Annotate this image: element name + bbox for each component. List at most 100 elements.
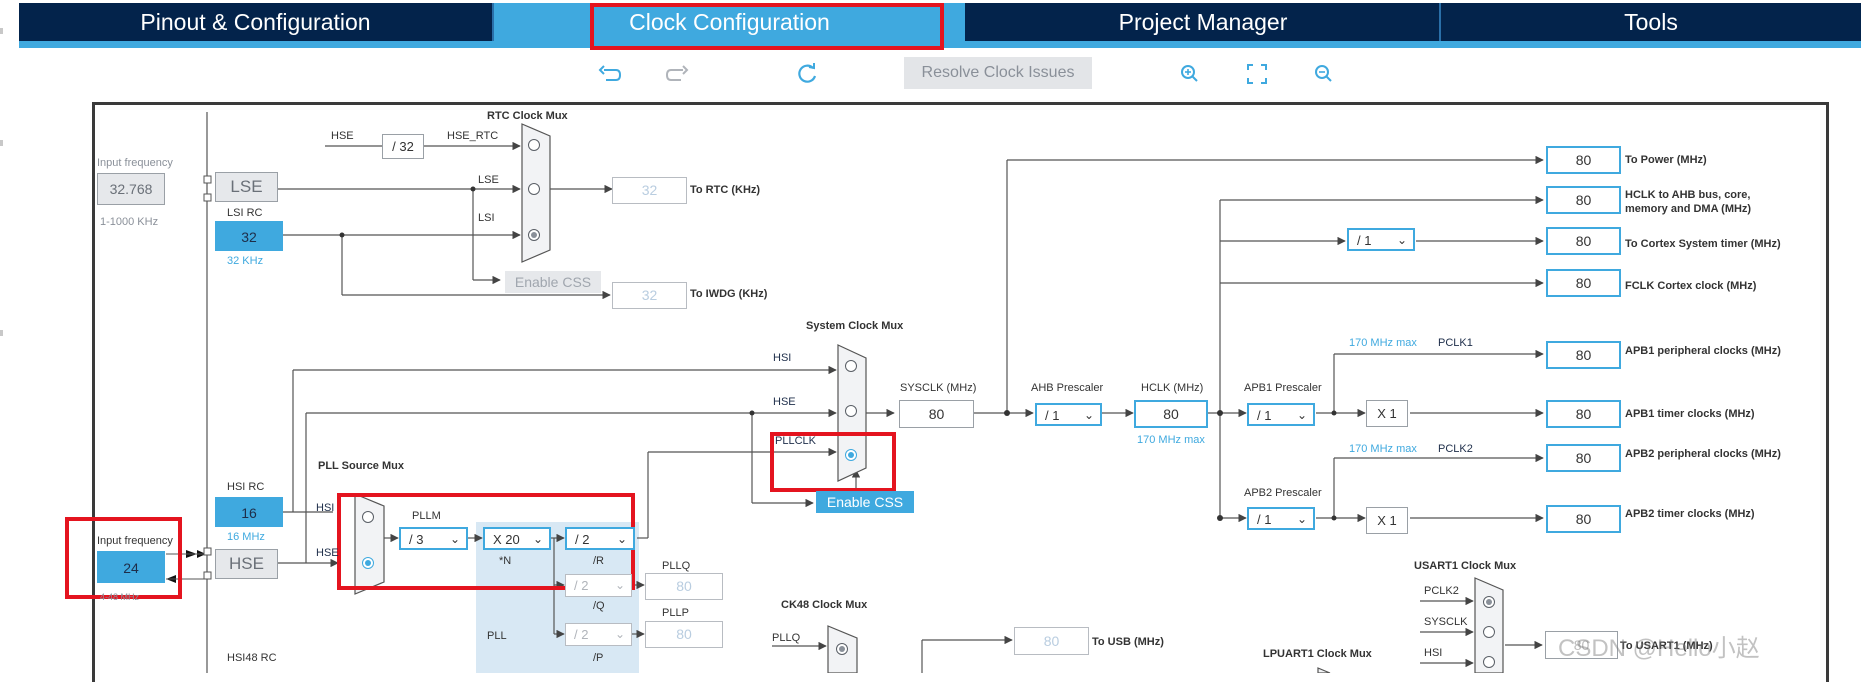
apb1-timer-multiplier: X 1 [1366, 400, 1408, 427]
output-apb2-peripheral-label: APB2 peripheral clocks (MHz) [1625, 448, 1781, 460]
chevron-down-icon: ⌄ [614, 627, 625, 641]
lpuart1-mux-shape [1317, 667, 1331, 673]
sys-mux-radio-hsi[interactable] [845, 360, 857, 372]
hsi-rc-label: HSI RC [227, 481, 265, 493]
pclk2-label: PCLK2 [1438, 443, 1473, 455]
sys-enable-css-button[interactable]: Enable CSS [816, 491, 914, 513]
pll-mux-radio-hsi[interactable] [362, 511, 374, 523]
hse-block: HSE [215, 549, 278, 579]
output-fclk-value[interactable]: 80 [1546, 269, 1621, 297]
sysclk-label: SYSCLK (MHz) [900, 382, 977, 394]
chevron-down-icon: ⌄ [614, 578, 625, 592]
output-apb1-timer-value[interactable]: 80 [1546, 400, 1621, 428]
clock-tree-wires [166, 112, 1544, 673]
to-usb-label: To USB (MHz) [1092, 636, 1164, 648]
to-rtc-label: To RTC (KHz) [690, 184, 761, 196]
output-apb1-peripheral-value[interactable]: 80 [1546, 341, 1621, 369]
output-power-label: To Power (MHz) [1625, 154, 1707, 166]
pllp-output[interactable]: 80 [645, 621, 723, 648]
plln-select[interactable]: X 20 ⌄ [483, 527, 551, 550]
usart1-mux-radio-sysclk[interactable] [1483, 626, 1495, 638]
rtc-mux-radio-lse[interactable] [528, 183, 540, 195]
chevron-down-icon: ⌄ [1296, 408, 1307, 422]
rtc-mux-radio-hse[interactable] [528, 139, 540, 151]
pll-mux-radio-hse[interactable] [362, 557, 374, 569]
rtc-enable-css-button[interactable]: Enable CSS [505, 271, 601, 293]
hclk-label: HCLK (MHz) [1141, 382, 1204, 394]
pllq-output[interactable]: 80 [645, 573, 723, 600]
hse-rtc-label: HSE_RTC [447, 130, 499, 142]
usart1-sysclk-label: SYSCLK [1424, 616, 1468, 628]
pllq-divider-label: /Q [593, 600, 605, 612]
rtc-mux-title: RTC Clock Mux [487, 110, 568, 122]
sys-mux-radio-pllclk[interactable] [845, 449, 857, 461]
output-cortex-timer-value[interactable]: 80 [1546, 227, 1621, 255]
usb-clock-output[interactable]: 80 [1014, 627, 1089, 655]
usart1-mux-radio-hsi[interactable] [1483, 656, 1495, 668]
lse-input-frequency-field[interactable]: 32.768 [97, 173, 165, 205]
ck48-mux-title: CK48 Clock Mux [781, 599, 868, 611]
hclk-value[interactable]: 80 [1134, 400, 1208, 428]
pllq-output-label: PLLQ [662, 560, 691, 572]
pllp-select[interactable]: / 2 ⌄ [565, 623, 632, 646]
pllp-output-label: PLLP [662, 607, 689, 619]
lsi-rc-label: LSI RC [227, 207, 263, 219]
output-fclk-label: FCLK Cortex clock (MHz) [1625, 280, 1757, 292]
plln-label: *N [499, 555, 512, 567]
output-apb2-timer-label: APB2 timer clocks (MHz) [1625, 508, 1755, 520]
hse-input-frequency-field[interactable]: 24 [97, 551, 165, 583]
output-apb1-timer-label: APB1 timer clocks (MHz) [1625, 408, 1755, 420]
cortex-timer-divider-select[interactable]: / 1 ⌄ [1347, 228, 1415, 251]
pllq-select[interactable]: / 2 ⌄ [565, 574, 632, 597]
usart1-hsi-label: HSI [1424, 647, 1443, 659]
lse-block: LSE [215, 172, 278, 202]
pclk2-max-label: 170 MHz max [1349, 443, 1417, 455]
sys-mux-pllclk-label: PLLCLK [775, 435, 816, 447]
ahb-prescaler-select[interactable]: / 1 ⌄ [1035, 403, 1102, 426]
to-iwdg-label: To IWDG (KHz) [690, 288, 768, 300]
apb1-prescaler-select[interactable]: / 1 ⌄ [1247, 403, 1315, 426]
sys-mux-radio-hse[interactable] [845, 405, 857, 417]
sysclk-value[interactable]: 80 [899, 400, 974, 428]
pllr-select[interactable]: / 2 ⌄ [565, 527, 635, 550]
pll-mux-hse-label: HSE [316, 547, 339, 559]
usart1-mux-title: USART1 Clock Mux [1414, 560, 1517, 572]
output-apb1-peripheral-label: APB1 peripheral clocks (MHz) [1625, 345, 1781, 357]
apb1-prescaler-label: APB1 Prescaler [1244, 382, 1322, 394]
chevron-down-icon: ⌄ [1396, 233, 1407, 247]
hsi-rc-value: 16 [215, 497, 283, 527]
output-hclk-ahb-value[interactable]: 80 [1546, 186, 1621, 214]
lpuart1-mux-title: LPUART1 Clock Mux [1263, 648, 1372, 660]
rtc-mux-radio-lsi[interactable] [528, 229, 540, 241]
hclk-max-label: 170 MHz max [1137, 434, 1205, 446]
chevron-down-icon: ⌄ [1296, 512, 1307, 526]
iwdg-clock-output[interactable]: 32 [612, 282, 687, 309]
lsi-unit-label: 32 KHz [227, 255, 264, 267]
output-cortex-timer-label: To Cortex System timer (MHz) [1625, 238, 1781, 250]
pll-source-mux-title: PLL Source Mux [318, 460, 404, 472]
pllm-select[interactable]: / 3 ⌄ [399, 527, 468, 550]
hse-rtc-divider[interactable]: / 32 [382, 134, 424, 159]
pllr-label: /R [593, 555, 604, 567]
pllm-label: PLLM [412, 510, 441, 522]
chevron-down-icon: ⌄ [532, 532, 543, 546]
ck48-mux-radio-pllq[interactable] [836, 643, 848, 655]
ahb-prescaler-label: AHB Prescaler [1031, 382, 1104, 394]
output-power-value[interactable]: 80 [1546, 146, 1621, 174]
pclk1-max-label: 170 MHz max [1349, 337, 1417, 349]
usart1-mux-radio-pclk2[interactable] [1483, 596, 1495, 608]
output-hclk-ahb-label-2: memory and DMA (MHz) [1625, 203, 1752, 215]
chevron-down-icon: ⌄ [1083, 408, 1094, 422]
chevron-down-icon: ⌄ [449, 532, 460, 546]
pll-source-mux-shape [354, 493, 385, 595]
chevron-down-icon: ⌄ [616, 532, 627, 546]
apb2-prescaler-select[interactable]: / 1 ⌄ [1247, 507, 1315, 530]
lse-range-label: 1-1000 KHz [100, 216, 159, 228]
output-apb2-peripheral-value[interactable]: 80 [1546, 444, 1621, 472]
output-apb2-timer-value[interactable]: 80 [1546, 505, 1621, 533]
hse-input-frequency-label: Input frequency [97, 535, 173, 547]
rtc-clock-output[interactable]: 32 [612, 177, 687, 204]
hsi48-rc-label: HSI48 RC [227, 652, 277, 664]
system-clock-mux-title: System Clock Mux [806, 320, 904, 332]
lsi-rc-value: 32 [215, 221, 283, 251]
